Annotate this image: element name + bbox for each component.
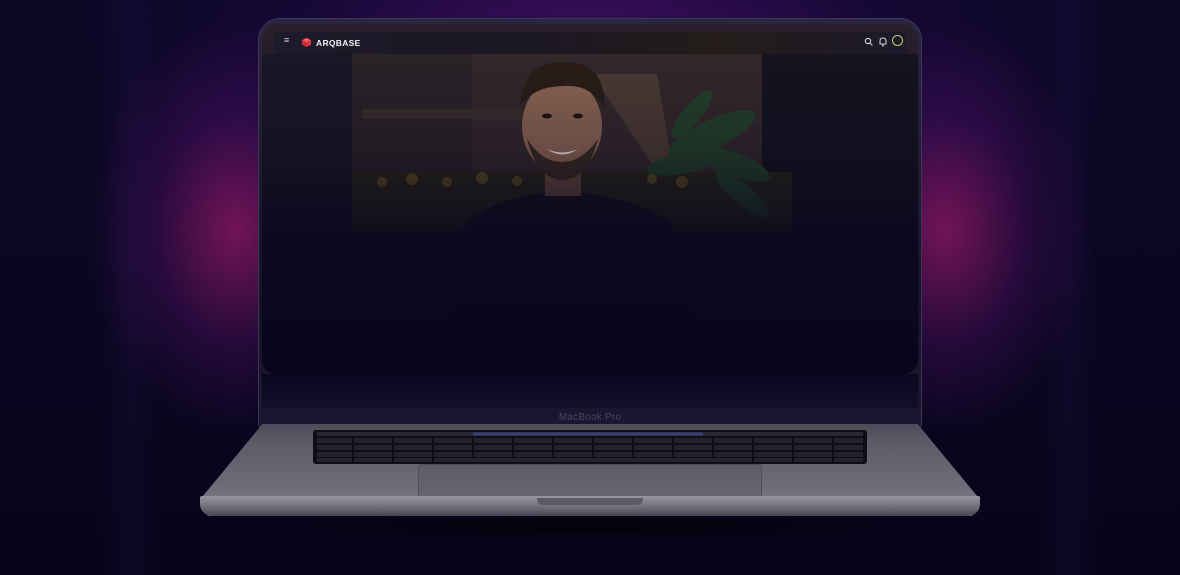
lid-notch — [537, 498, 643, 505]
video-player[interactable] — [262, 54, 918, 374]
laptop-screen: ≡ ARQBASE — [262, 24, 918, 374]
logo-cube-icon — [301, 37, 312, 48]
right-glow — [1040, 0, 1100, 575]
device-model-label: MacBook Pro — [558, 412, 622, 423]
screen-bezel — [262, 374, 918, 408]
brand-name: ARQBASE — [316, 37, 361, 48]
keyboard — [313, 430, 867, 464]
video-dark-overlay — [262, 54, 918, 374]
hamburger-menu-icon[interactable]: ≡ — [284, 35, 289, 45]
keyboard-keys — [317, 432, 863, 462]
bell-icon[interactable] — [878, 36, 888, 48]
left-glow — [100, 0, 160, 575]
brand-logo[interactable]: ARQBASE — [301, 37, 361, 48]
avatar-ring-icon[interactable] — [892, 35, 903, 46]
trackpad[interactable] — [418, 464, 762, 498]
laptop-shadow — [220, 512, 960, 542]
app-navbar: ≡ ARQBASE — [274, 32, 906, 54]
hero-stage: ≡ ARQBASE MacBook Pro — [0, 0, 1180, 575]
search-icon[interactable] — [864, 36, 874, 48]
